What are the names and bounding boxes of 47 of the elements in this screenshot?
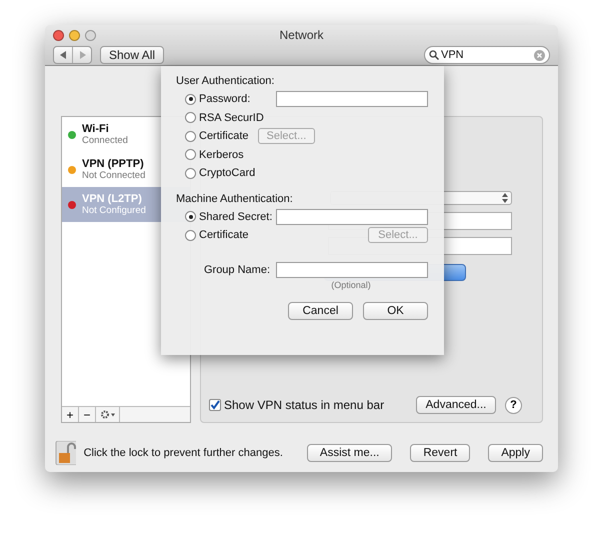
minimize-icon[interactable] (69, 30, 80, 40)
advanced-button[interactable]: Advanced... (416, 396, 496, 414)
close-icon[interactable] (53, 30, 64, 40)
option-label: RSA SecurID (199, 112, 264, 124)
gear-icon (100, 410, 116, 419)
service-name: VPN (PPTP) (82, 158, 145, 170)
option-label: Certificate (199, 130, 249, 142)
group-name-field[interactable] (276, 262, 428, 278)
checkbox-label: Show VPN status in menu bar (224, 398, 384, 412)
show-all-button[interactable]: Show All (100, 46, 164, 64)
optional-hint: (Optional) (330, 280, 372, 290)
group-name-label: Group Name: (204, 264, 270, 276)
lock-icon[interactable] (55, 441, 76, 465)
footer-button[interactable]: Assist me... (306, 444, 392, 462)
footer-button[interactable]: Revert (410, 444, 470, 462)
option-label: Password: (199, 93, 250, 106)
service-name: Wi-Fi (82, 123, 110, 135)
option-label: CryptoCard (199, 167, 256, 180)
service-status: Not Connected (82, 170, 146, 181)
sheet-button[interactable]: Cancel (288, 302, 353, 320)
search-icon (429, 50, 439, 60)
footer-button[interactable]: Apply (488, 444, 543, 462)
service-name: VPN (L2TP) (82, 193, 143, 205)
window-title: Network (280, 28, 324, 42)
radio-button[interactable] (185, 94, 196, 105)
service-status: Not Configured (82, 205, 146, 216)
radio-button[interactable] (185, 211, 196, 222)
radio-button[interactable] (185, 112, 196, 124)
updown-arrows-icon (502, 193, 508, 203)
radio-button[interactable] (185, 168, 196, 179)
service-status: Connected (82, 135, 128, 146)
text-field[interactable] (276, 208, 428, 225)
checkbox[interactable] (209, 399, 221, 411)
sheet-button[interactable]: OK (363, 302, 428, 320)
help-button[interactable]: ? (505, 396, 522, 414)
option-label: Kerberos (199, 148, 244, 161)
search-field[interactable]: VPN (424, 46, 550, 64)
zoom-icon[interactable] (85, 30, 96, 40)
add-button[interactable]: + (62, 407, 79, 422)
radio-button[interactable] (185, 149, 196, 160)
section-heading: User Authentication: (176, 75, 276, 87)
option-label: Shared Secret: (199, 210, 272, 223)
remove-button[interactable]: − (79, 407, 96, 422)
lock-message: Click the lock to prevent further changes. (84, 447, 283, 459)
text-field[interactable] (276, 91, 428, 108)
option-label: Certificate (199, 229, 249, 242)
clear-icon[interactable] (534, 50, 545, 60)
